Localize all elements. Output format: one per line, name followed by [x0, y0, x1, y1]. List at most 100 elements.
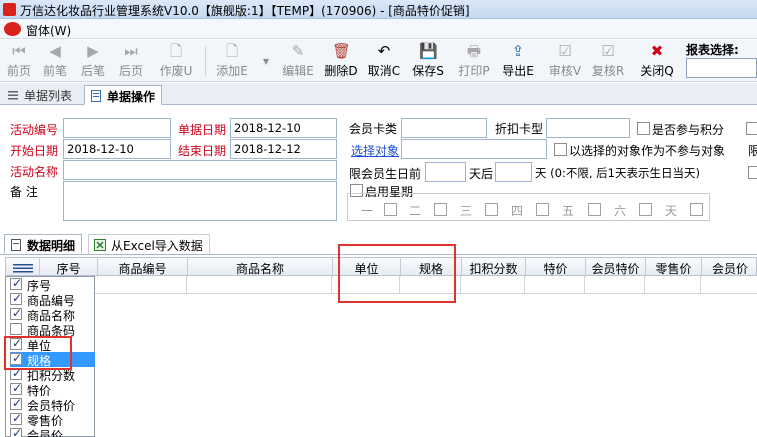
weekday-1: 一: [361, 204, 374, 218]
column-option-member-price[interactable]: 会员价: [10, 427, 95, 437]
discount-card-input[interactable]: [546, 118, 630, 138]
member-card-input[interactable]: [401, 118, 487, 138]
column-option-label: 特价: [27, 384, 52, 398]
tab-doc-list[interactable]: 单据列表: [2, 85, 78, 105]
table-cell[interactable]: [461, 276, 525, 294]
weekday-2-checkbox[interactable]: [434, 203, 447, 216]
column-option-checkbox[interactable]: [10, 411, 22, 425]
column-option-checkbox[interactable]: [10, 427, 22, 437]
toolbar-label-3: 后页: [118, 64, 143, 78]
tab-excel-import[interactable]: 从Excel导入数据: [88, 234, 210, 254]
activity-no-input[interactable]: [63, 118, 171, 138]
column-option-special-price[interactable]: 特价: [10, 381, 95, 398]
tab-doc-operate-label: 单据操作: [107, 90, 156, 104]
col-header-product-code[interactable]: 商品编号: [98, 258, 188, 277]
select-target-link[interactable]: 选择对象: [351, 142, 399, 159]
weekday-7-checkbox[interactable]: [690, 203, 703, 216]
col-header-points[interactable]: 扣积分数: [462, 258, 526, 277]
menu-bar: 窗体(W): [0, 19, 757, 39]
column-option-retail-price[interactable]: 零售价: [10, 411, 95, 428]
column-option-member-special[interactable]: 会员特价: [10, 396, 95, 413]
report-select[interactable]: [686, 58, 757, 78]
column-option-checkbox[interactable]: [10, 381, 22, 395]
weekday-1-checkbox[interactable]: [384, 203, 397, 216]
col-header-retail-price[interactable]: 零售价: [646, 258, 702, 277]
toolbar-label-8: 取消C: [367, 64, 401, 78]
toolbar-button-0[interactable]: ⏮ 前页: [4, 42, 34, 80]
column-option-checkbox[interactable]: [10, 323, 22, 335]
weekday-5-checkbox[interactable]: [588, 203, 601, 216]
table-cell[interactable]: [525, 276, 585, 294]
column-option-barcode[interactable]: 商品条码: [10, 322, 95, 338]
end-date-input[interactable]: 2018-12-12: [230, 139, 337, 159]
column-option-seq[interactable]: 序号: [10, 276, 95, 293]
column-option-label: 扣积分数: [27, 369, 76, 383]
doc-date-input[interactable]: 2018-12-10: [230, 118, 337, 138]
toolbar-button-2[interactable]: ▶ 后笔: [78, 42, 108, 80]
col-header-seq[interactable]: 序号: [40, 258, 98, 277]
activity-no-label: 活动编号: [10, 123, 59, 137]
prev-icon: ◀: [49, 42, 61, 60]
select-target-input[interactable]: [401, 139, 547, 159]
toolbar-label-4: 作废U: [159, 64, 193, 78]
col-header-member-special[interactable]: 会员特价: [586, 258, 646, 277]
col-header-member-price[interactable]: 会员价: [702, 258, 757, 277]
start-date-input[interactable]: 2018-12-10: [63, 139, 171, 159]
toolbar-button-3[interactable]: ⏭ 后页: [116, 42, 146, 80]
toolbar-label-13: 复核R: [591, 64, 625, 78]
exclude-checkbox[interactable]: [554, 143, 567, 156]
toolbar-button-8[interactable]: ↶ 取消C: [366, 42, 402, 80]
document-icon: [90, 90, 102, 102]
birthday-after-input[interactable]: [495, 162, 532, 182]
weekday-3-checkbox[interactable]: [485, 203, 498, 216]
points-checkbox[interactable]: [637, 122, 650, 135]
column-option-product-name[interactable]: 商品名称: [10, 306, 95, 323]
weekday-4: 四: [511, 204, 524, 218]
detail-icon: [10, 239, 22, 251]
toolbar-button-10[interactable]: 🖶 打印P: [456, 42, 492, 80]
tab-excel-import-label: 从Excel导入数据: [111, 239, 203, 253]
app-logo-icon: [4, 22, 21, 36]
table-cell[interactable]: [97, 276, 187, 294]
toolbar-button-4[interactable]: 🗋 作废U: [158, 42, 194, 80]
toolbar-button-6[interactable]: ✎ 编辑E: [279, 42, 317, 80]
edge-checkbox-1[interactable]: [746, 122, 757, 135]
column-option-checkbox[interactable]: [10, 396, 22, 410]
toolbar-button-14[interactable]: ✖ 关闭Q: [638, 42, 676, 80]
column-option-checkbox[interactable]: [10, 306, 22, 320]
table-cell[interactable]: [585, 276, 645, 294]
edge-label: 限: [748, 144, 757, 158]
toolbar-button-5[interactable]: 🗋 添加E: [214, 42, 250, 80]
column-chooser-button[interactable]: [6, 258, 40, 277]
toolbar-button-11[interactable]: ⇪ 导出E: [500, 42, 536, 80]
table-cell[interactable]: [187, 276, 332, 294]
toolbar-button-13[interactable]: ☑ 复核R: [590, 42, 626, 80]
doc-date-label: 单据日期: [178, 123, 227, 137]
activity-name-input[interactable]: [63, 160, 337, 180]
tab-data-detail[interactable]: 数据明细: [4, 234, 83, 254]
weekday-6: 六: [614, 204, 627, 218]
column-option-checkbox[interactable]: [10, 276, 22, 290]
col-header-product-name[interactable]: 商品名称: [188, 258, 333, 277]
toolbar-button-1[interactable]: ◀ 前笔: [40, 42, 70, 80]
table-cell[interactable]: [645, 276, 701, 294]
save-icon: 💾: [419, 42, 438, 60]
column-option-product-code[interactable]: 商品编号: [10, 291, 95, 308]
approve-icon: ☑: [558, 42, 572, 60]
weekday-2: 二: [409, 204, 422, 218]
edge-checkbox-2[interactable]: [748, 166, 757, 179]
weekday-6-checkbox[interactable]: [639, 203, 652, 216]
weekday-4-checkbox[interactable]: [536, 203, 549, 216]
birthday-before-input[interactable]: [425, 162, 466, 182]
toolbar-button-9[interactable]: 💾 保存S: [410, 42, 446, 80]
remark-input[interactable]: [63, 181, 337, 221]
tab-doc-operate[interactable]: 单据操作: [84, 85, 163, 105]
toolbar-button-12[interactable]: ☑ 审核V: [547, 42, 583, 80]
toolbar-label-12: 审核V: [548, 64, 582, 78]
col-header-special-price[interactable]: 特价: [526, 258, 586, 277]
days-after-label: 天后: [469, 167, 494, 181]
column-option-label: 会员价: [27, 429, 64, 437]
toolbar-button-7[interactable]: 🗑 删除D: [322, 42, 360, 80]
menu-window[interactable]: 窗体(W): [26, 22, 71, 39]
column-option-checkbox[interactable]: [10, 291, 22, 305]
